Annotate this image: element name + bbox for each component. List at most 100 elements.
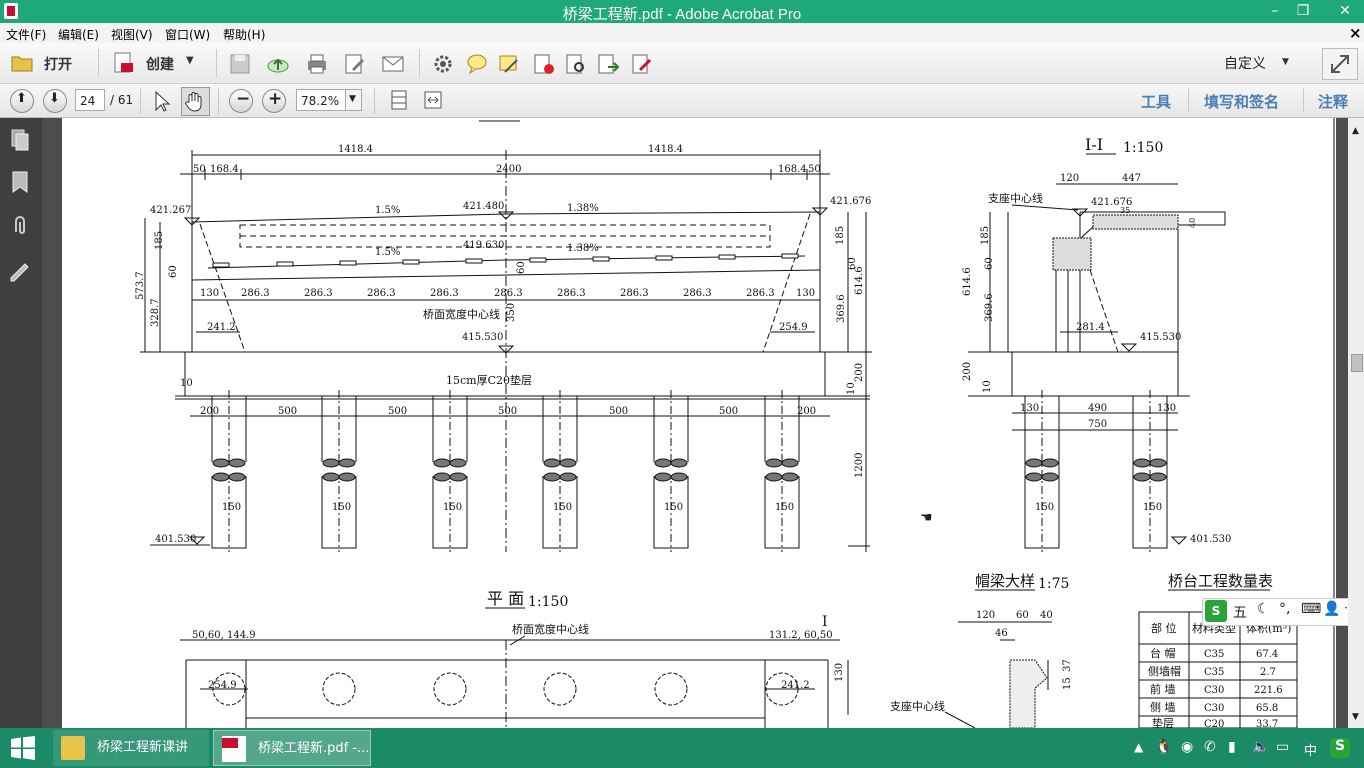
battery-icon[interactable]: ▮ xyxy=(1228,739,1236,755)
document-close-button[interactable]: × xyxy=(1349,24,1362,42)
separator xyxy=(374,88,375,114)
fit-width-icon[interactable] xyxy=(422,89,444,111)
qq-icon[interactable]: 🐧 xyxy=(1155,739,1172,755)
bookmarks-icon[interactable] xyxy=(8,170,32,194)
cushion-label: 15cm厚C20垫层 xyxy=(446,373,532,387)
menu-help[interactable]: 帮助(H) xyxy=(223,26,265,43)
quantity-table-title: 桥台工程数量表 xyxy=(1168,572,1273,590)
menu-bar: 文件(F) 编辑(E) 视图(V) 窗口(W) 帮助(H) × xyxy=(0,23,1364,44)
zoom-dropdown-button[interactable]: ▼ xyxy=(345,89,362,111)
ime-toolbar[interactable]: S 五 ☾ °, ⌨ 👤 ⁘ xyxy=(1202,598,1364,626)
span-1: 286.3 xyxy=(241,288,270,299)
create-button[interactable]: 创建 ▼ xyxy=(110,51,200,75)
menu-file[interactable]: 文件(F) xyxy=(6,26,46,43)
punctuation-icon[interactable]: °, xyxy=(1279,601,1290,617)
export-icon[interactable] xyxy=(596,52,620,76)
zoom-input[interactable]: 78.2% xyxy=(296,89,346,111)
search-document-icon[interactable] xyxy=(564,52,588,76)
tools-link[interactable]: 工具 xyxy=(1141,91,1171,112)
taskbar-item-label: 桥梁工程新课讲 xyxy=(97,740,189,755)
pile-spacing-5: 500 xyxy=(719,406,738,417)
taskbar-item-folder[interactable]: 桥梁工程新课讲 xyxy=(53,730,209,766)
gear-icon[interactable] xyxy=(431,52,455,76)
sogou-logo-icon: S xyxy=(1205,600,1227,622)
separator xyxy=(140,88,141,114)
expand-view-button[interactable] xyxy=(1322,48,1358,80)
menu-view[interactable]: 视图(V) xyxy=(111,26,153,43)
volume-icon[interactable]: 🔈 xyxy=(1252,739,1269,755)
span-4: 286.3 xyxy=(430,288,459,299)
highlight-text-icon[interactable] xyxy=(497,52,521,76)
plan-dim-130: 130 xyxy=(834,663,845,682)
select-tool-icon[interactable] xyxy=(150,89,174,113)
pdf-file-icon xyxy=(222,736,246,762)
section-dim-447: 447 xyxy=(1122,173,1141,184)
section-elev-base: 415.530 xyxy=(1140,332,1181,343)
pile-spacing-3: 500 xyxy=(498,406,517,417)
height-369-right: 369.6 xyxy=(836,294,847,323)
span-2: 286.3 xyxy=(304,288,333,299)
input-language-label[interactable]: 中 xyxy=(1304,740,1317,759)
minimize-button[interactable]: – xyxy=(1261,0,1289,22)
section-dim-120: 120 xyxy=(1060,173,1079,184)
dim-total-right: 1418.4 xyxy=(648,144,683,155)
separator xyxy=(1303,88,1304,112)
vertical-scrollbar[interactable]: ▲ ▼ xyxy=(1348,118,1364,728)
wechat-icon[interactable]: ✆ xyxy=(1204,739,1216,755)
attachments-icon[interactable] xyxy=(8,214,32,238)
elev-mid: 421.480 xyxy=(463,201,504,212)
scroll-thumb[interactable] xyxy=(1351,354,1363,372)
dim-168-right: 168.4 xyxy=(778,164,807,175)
keyboard-icon[interactable]: ⌨ xyxy=(1301,601,1321,617)
table-cell: 2.7 xyxy=(1260,667,1276,678)
zoom-in-button[interactable]: + xyxy=(262,89,286,113)
pile-dia-3: 150 xyxy=(553,502,572,513)
previous-page-button[interactable]: ⬆ xyxy=(10,89,34,113)
next-page-button[interactable]: ⬇ xyxy=(43,89,67,113)
restore-button[interactable]: ❐ xyxy=(1289,0,1317,22)
taskbar-item-acrobat[interactable]: 桥梁工程新.pdf -... xyxy=(213,730,371,766)
open-button[interactable]: 打开 xyxy=(8,51,88,75)
separator xyxy=(216,49,217,77)
chevron-down-icon: ▼ xyxy=(349,94,356,104)
hand-tool-button[interactable] xyxy=(181,87,210,116)
elev-inner: 419.630 xyxy=(463,240,504,251)
pile-spacing-1: 500 xyxy=(278,406,297,417)
section-height-614: 614.6 xyxy=(962,267,973,296)
fit-page-icon[interactable] xyxy=(388,89,410,111)
save-icon[interactable] xyxy=(228,52,252,76)
edit-document-icon[interactable] xyxy=(343,52,367,76)
moon-icon[interactable]: ☾ xyxy=(1257,601,1270,617)
scroll-up-icon[interactable]: ▲ xyxy=(1352,126,1359,136)
security-icon[interactable]: ◉ xyxy=(1181,739,1193,755)
comment-icon[interactable] xyxy=(465,52,489,76)
page-thumbnails-icon[interactable] xyxy=(8,128,32,152)
email-icon[interactable] xyxy=(381,52,405,76)
fill-and-sign-link[interactable]: 填写和签名 xyxy=(1204,91,1279,112)
section-dim-130-left: 130 xyxy=(1020,403,1039,414)
print-icon[interactable] xyxy=(305,52,329,76)
sign-pdf-icon[interactable] xyxy=(630,52,654,76)
ime-mode-label[interactable]: 五 xyxy=(1233,602,1247,622)
customize-dropdown[interactable]: 自定义 xyxy=(1224,53,1266,73)
taskbar-item-label: 桥梁工程新.pdf -... xyxy=(258,741,370,756)
dim-200-right: 200 xyxy=(854,363,865,382)
sogou-tray-icon[interactable]: S xyxy=(1330,738,1350,758)
user-icon[interactable]: 👤 xyxy=(1323,601,1340,617)
menu-window[interactable]: 窗口(W) xyxy=(165,26,210,43)
windows-start-icon[interactable] xyxy=(10,736,36,760)
scroll-down-icon[interactable]: ▼ xyxy=(1352,712,1359,722)
upload-cloud-icon[interactable] xyxy=(266,52,290,76)
section-dim-40: 40 xyxy=(1188,218,1197,228)
show-hidden-icons[interactable]: ▲ xyxy=(1134,740,1143,754)
open-label: 打开 xyxy=(44,57,72,73)
comment-link[interactable]: 注释 xyxy=(1318,91,1348,112)
signatures-icon[interactable] xyxy=(8,258,32,282)
zoom-out-button[interactable]: − xyxy=(229,89,253,113)
separator xyxy=(419,49,420,77)
page-number-input[interactable]: 24 xyxy=(75,89,105,111)
close-button[interactable]: ✕ xyxy=(1326,0,1364,22)
delete-pages-icon[interactable] xyxy=(532,52,556,76)
menu-edit[interactable]: 编辑(E) xyxy=(58,26,99,43)
network-icon[interactable]: ▭ xyxy=(1276,739,1289,755)
